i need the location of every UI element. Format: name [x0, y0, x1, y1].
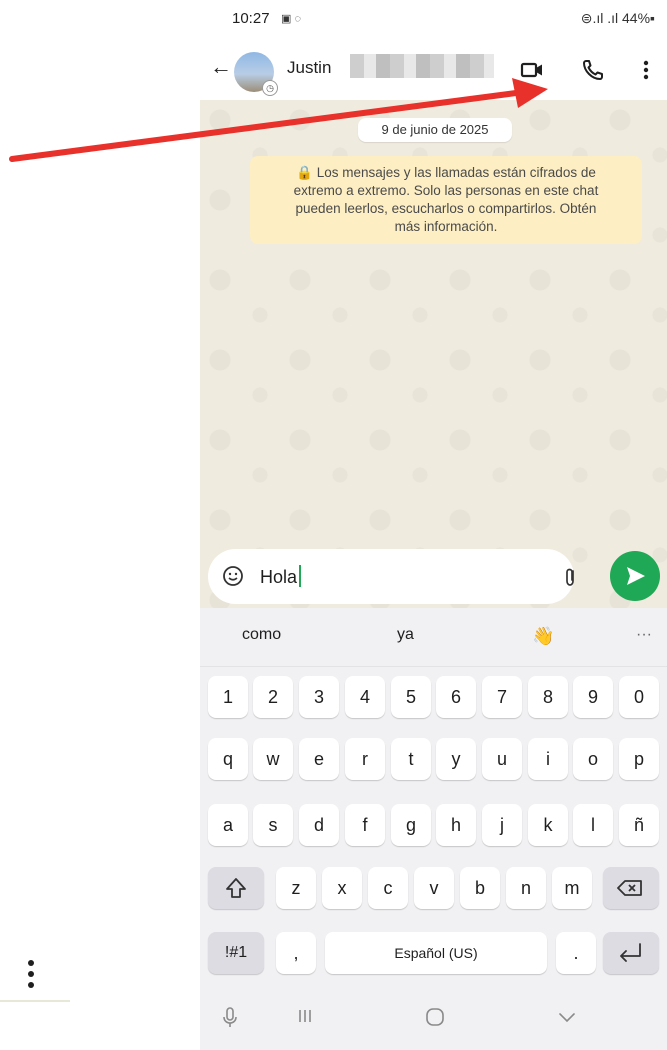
annotation-arrow [9, 78, 548, 162]
more-vert-icon[interactable] [24, 958, 38, 992]
divider [0, 1000, 70, 1002]
